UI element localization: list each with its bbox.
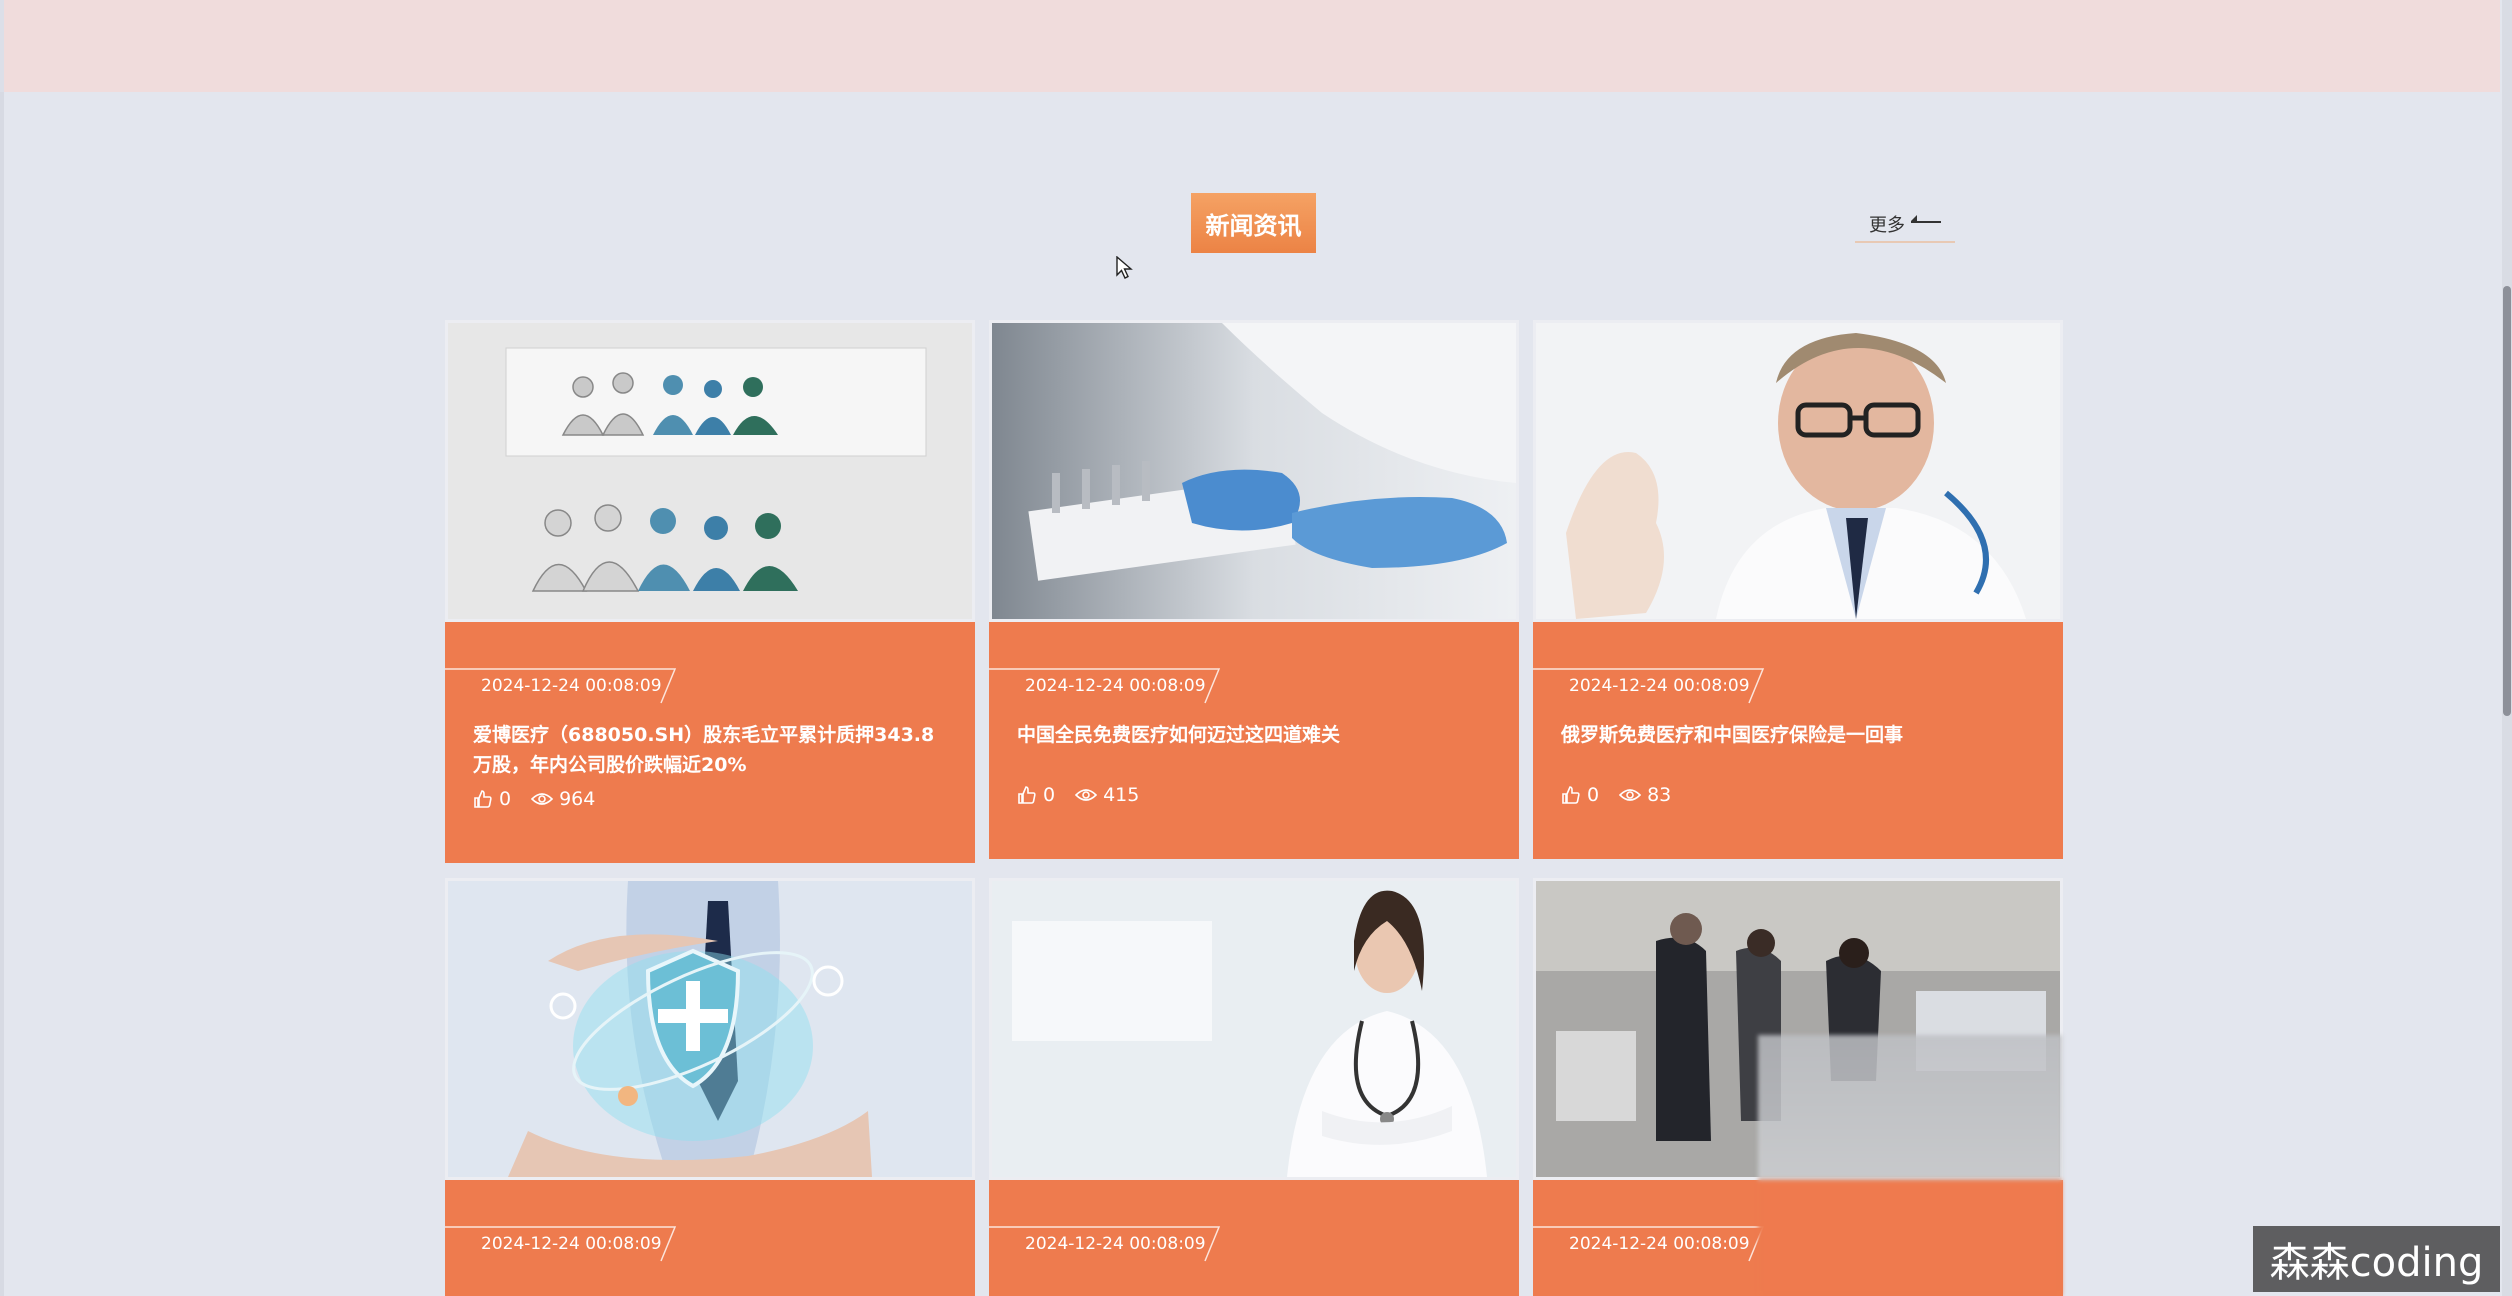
news-card[interactable]: 2024-12-24 00:08:09 俄罗斯免费医疗和中国医疗保险是一回事 0…	[1533, 320, 2063, 859]
news-date: 2024-12-24 00:08:09	[1533, 668, 1765, 704]
scrollbar-thumb[interactable]	[2503, 286, 2511, 716]
more-link[interactable]: 更多	[1855, 207, 1955, 243]
news-date: 2024-12-24 00:08:09	[445, 668, 677, 704]
thumbs-up-icon	[1018, 786, 1036, 804]
view-count: 83	[1619, 784, 1671, 806]
top-banner	[0, 0, 2500, 92]
view-count: 964	[531, 788, 595, 810]
like-count[interactable]: 0	[473, 788, 511, 810]
like-count[interactable]: 0	[1561, 784, 1599, 806]
more-label: 更多	[1869, 215, 1905, 236]
news-image-lab-gloves[interactable]	[989, 320, 1519, 622]
scrollbar-track[interactable]	[2502, 0, 2512, 1296]
news-stats: 0 415	[1017, 784, 1159, 806]
news-title[interactable]: 俄罗斯免费医疗和中国医疗保险是一回事	[1561, 720, 2037, 750]
news-image-medical-staff[interactable]	[445, 320, 975, 622]
news-stats: 0 964	[473, 788, 615, 810]
watermark: 森森coding	[2253, 1226, 2500, 1292]
thumbs-up-icon	[1562, 786, 1580, 804]
news-card[interactable]: 2024-12-24 00:08:09	[445, 878, 975, 1296]
section-title: 新闻资讯	[1191, 193, 1316, 253]
eye-icon	[531, 793, 554, 805]
left-edge	[0, 92, 4, 1296]
blur-overlay	[1758, 1035, 2062, 1296]
like-count[interactable]: 0	[1017, 784, 1055, 806]
news-date: 2024-12-24 00:08:09	[989, 1226, 1221, 1262]
news-card[interactable]: 2024-12-24 00:08:09 中国全民免费医疗如何迈过这四道难关 0 …	[989, 320, 1519, 859]
news-date: 2024-12-24 00:08:09	[989, 668, 1221, 704]
news-image-doctor[interactable]	[1533, 320, 2063, 622]
news-date: 2024-12-24 00:08:09	[445, 1226, 677, 1262]
news-title[interactable]: 中国全民免费医疗如何迈过这四道难关	[1017, 720, 1493, 750]
eye-icon	[1619, 789, 1642, 801]
news-title[interactable]: 爱博医疗（688050.SH）股东毛立平累计质押343.8万股，年内公司股价跌幅…	[473, 720, 949, 780]
view-count: 415	[1075, 784, 1139, 806]
eye-icon	[1075, 789, 1098, 801]
news-card[interactable]: 2024-12-24 00:08:09	[989, 878, 1519, 1296]
thumbs-up-icon	[474, 790, 492, 808]
news-stats: 0 83	[1561, 784, 1691, 806]
news-image-health-shield[interactable]	[445, 878, 975, 1180]
news-date: 2024-12-24 00:08:09	[1533, 1226, 1765, 1262]
news-image-female-doctor[interactable]	[989, 878, 1519, 1180]
arrow-right-icon	[1911, 215, 1941, 223]
news-card[interactable]: 2024-12-24 00:08:09 爱博医疗（688050.SH）股东毛立平…	[445, 320, 975, 863]
